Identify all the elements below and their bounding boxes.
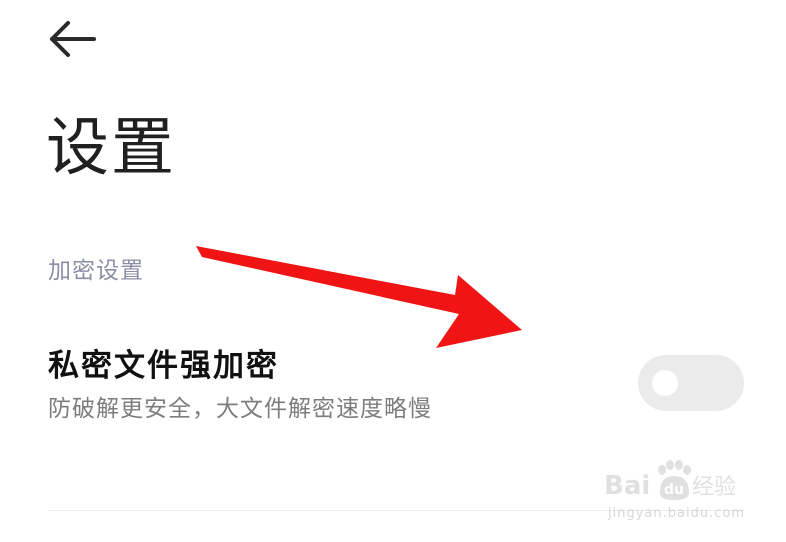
toggle-knob: [652, 370, 678, 396]
section-header-encryption: 加密设置: [48, 258, 144, 284]
baidu-jingyan-watermark: Bai du 经验 jingyan.baidu.com: [600, 456, 750, 526]
svg-text:Bai: Bai: [604, 471, 650, 501]
encryption-toggle[interactable]: [638, 355, 744, 411]
setting-row-private-file-encryption[interactable]: 私密文件强加密 防破解更安全，大文件解密速度略慢: [0, 330, 786, 440]
watermark-url: jingyan.baidu.com: [608, 506, 745, 521]
svg-text:经验: 经验: [692, 475, 736, 500]
back-button[interactable]: [44, 18, 100, 60]
page-title: 设置: [46, 111, 176, 184]
arrow-left-icon: [50, 21, 96, 57]
svg-text:du: du: [664, 482, 684, 498]
setting-title: 私密文件强加密: [48, 348, 279, 384]
baidu-jingyan-logo: Bai du 经验: [604, 460, 736, 501]
setting-description: 防破解更安全，大文件解密速度略慢: [48, 396, 432, 422]
